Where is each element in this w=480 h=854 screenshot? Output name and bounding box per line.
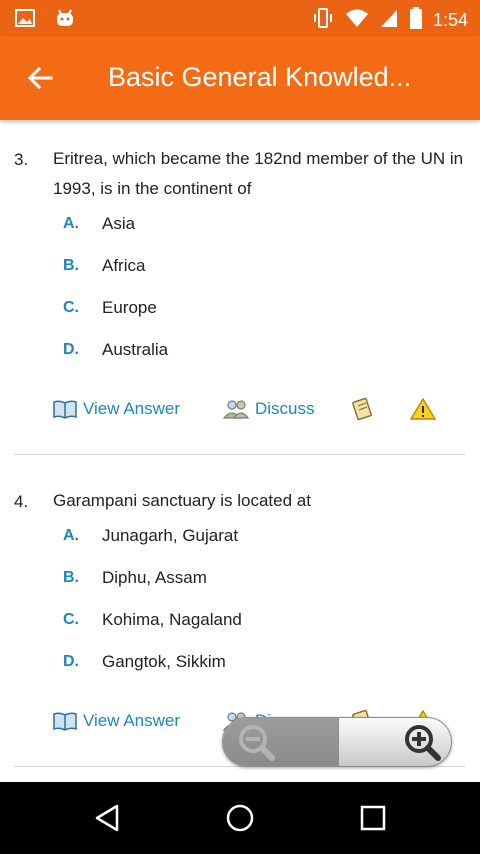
option-text: Junagarh, Gujarat (102, 526, 239, 545)
discuss-label: Discuss (255, 399, 315, 418)
option-a[interactable]: A. Asia (63, 209, 135, 239)
nav-home-button[interactable] (220, 798, 260, 838)
question-text: Garampani sanctuary is located at (53, 491, 311, 510)
report-button[interactable] (410, 394, 436, 424)
status-bar: 1:54 (0, 0, 480, 36)
view-answer-label: View Answer (83, 711, 181, 730)
option-c[interactable]: C. Kohima, Nagaland (63, 605, 242, 635)
zoom-control (222, 717, 452, 767)
option-text: Asia (102, 214, 136, 233)
option-letter: B. (63, 257, 79, 274)
option-text: Gangtok, Sikkim (102, 652, 226, 671)
zoom-in-button[interactable] (338, 718, 451, 766)
option-a[interactable]: A. Junagarh, Gujarat (63, 521, 238, 551)
page-title: Basic General Knowled... (108, 62, 412, 92)
back-button[interactable] (22, 60, 58, 96)
view-answer-button[interactable]: View Answer (52, 706, 180, 736)
image-icon (14, 7, 36, 34)
view-answer-label: View Answer (83, 399, 181, 418)
status-time: 1:54 (432, 10, 468, 30)
signal-icon (379, 7, 399, 34)
workspace-button[interactable] (350, 394, 376, 424)
option-text: Diphu, Assam (102, 568, 207, 587)
option-c[interactable]: C. Europe (63, 293, 157, 323)
nav-back-button[interactable] (87, 798, 127, 838)
users-icon (222, 400, 250, 419)
vibrate-icon (311, 7, 335, 34)
question-list[interactable]: 3. Eritrea, which became the 182nd membe… (0, 120, 480, 782)
option-b[interactable]: B. Diphu, Assam (63, 563, 207, 593)
nav-recents-button[interactable] (353, 798, 393, 838)
square-recents-icon (360, 805, 386, 831)
option-letter: A. (63, 527, 79, 544)
option-letter: B. (63, 569, 79, 586)
divider (14, 454, 465, 455)
question-text: Eritrea, which became the 182nd member o… (53, 149, 464, 198)
zoom-out-icon (239, 725, 275, 761)
option-text: Australia (102, 340, 169, 359)
option-text: Kohima, Nagaland (102, 610, 242, 629)
option-letter: C. (63, 611, 79, 628)
question-number: 4. (14, 492, 29, 511)
view-answer-button[interactable]: View Answer (52, 394, 180, 424)
app-bar: Basic General Knowled... (0, 36, 480, 120)
option-text: Africa (102, 256, 146, 275)
book-icon (53, 400, 77, 419)
navigation-bar (0, 782, 480, 854)
wifi-icon (345, 7, 369, 34)
warning-icon (410, 397, 436, 420)
option-d[interactable]: D. Australia (63, 335, 168, 365)
android-icon (54, 7, 76, 34)
option-letter: D. (63, 653, 79, 670)
question-number: 3. (14, 150, 29, 169)
option-d[interactable]: D. Gangtok, Sikkim (63, 647, 226, 677)
question-actions: View Answer Discuss (52, 394, 452, 424)
option-letter: A. (63, 215, 79, 232)
zoom-in-icon (405, 725, 441, 761)
option-letter: C. (63, 299, 79, 316)
notepad-icon (352, 397, 372, 421)
circle-home-icon (226, 804, 254, 832)
triangle-back-icon (95, 804, 119, 832)
option-letter: D. (63, 341, 79, 358)
zoom-out-button[interactable] (223, 718, 338, 766)
battery-icon (409, 6, 423, 35)
arrow-back-icon (27, 66, 53, 90)
option-b[interactable]: B. Africa (63, 251, 145, 281)
option-text: Europe (102, 298, 157, 317)
discuss-button[interactable]: Discuss (222, 394, 315, 424)
book-icon (53, 712, 77, 731)
